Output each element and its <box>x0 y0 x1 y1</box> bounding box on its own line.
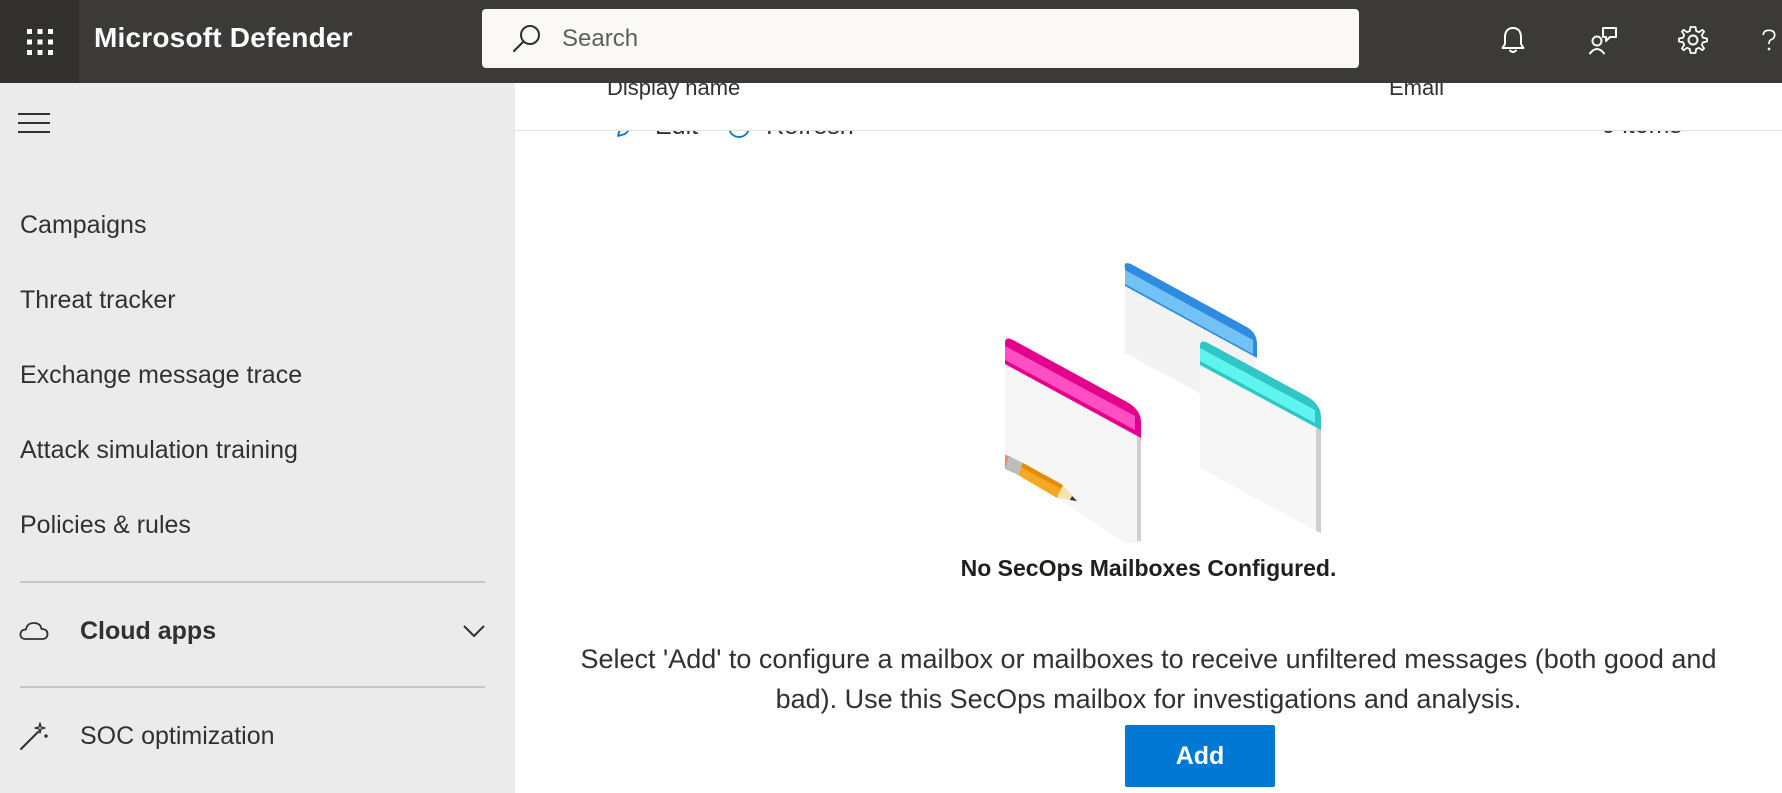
app-title[interactable]: Microsoft Defender <box>94 22 353 54</box>
column-header-display-name[interactable]: Display name <box>607 83 740 101</box>
sidebar-item-threat-tracker[interactable]: Threat tracker <box>20 286 176 315</box>
search-input[interactable] <box>562 24 1342 53</box>
help-button[interactable] <box>1752 20 1782 60</box>
collapse-navigation-button[interactable] <box>18 113 52 137</box>
app-launcher-button[interactable] <box>0 0 79 83</box>
top-bar: Microsoft Defender <box>0 0 1782 83</box>
community-button[interactable] <box>1583 20 1623 60</box>
chevron-down-icon <box>463 625 485 638</box>
app-launcher-icon <box>26 28 53 55</box>
bell-icon <box>1501 27 1525 53</box>
sidebar-item-soc-optimization[interactable]: SOC optimization <box>18 716 488 756</box>
sidebar-divider <box>20 581 485 583</box>
sidebar-item-attack-simulation-training[interactable]: Attack simulation training <box>20 436 298 465</box>
community-icon <box>1588 27 1617 55</box>
sidebar-divider <box>20 686 485 688</box>
column-header-row: Display name Email <box>515 83 1782 131</box>
empty-state-title: No SecOps Mailboxes Configured. <box>960 555 1337 581</box>
sidebar-item-label: SOC optimization <box>80 721 275 750</box>
window-cyan-illustration <box>1200 341 1321 533</box>
settings-button[interactable] <box>1673 20 1713 60</box>
wand-icon <box>18 720 50 752</box>
empty-state-description: Select 'Add' to configure a mailbox or m… <box>580 644 1717 714</box>
search-icon <box>512 24 540 52</box>
hamburger-icon <box>18 113 50 115</box>
add-button[interactable]: Add <box>1125 725 1275 787</box>
search-box[interactable] <box>482 9 1359 68</box>
sidebar-item-exchange-message-trace[interactable]: Exchange message trace <box>20 361 302 390</box>
notifications-button[interactable] <box>1493 20 1533 60</box>
column-header-email[interactable]: Email <box>1389 83 1444 101</box>
sidebar-item-cloud-apps[interactable]: Cloud apps <box>18 611 488 651</box>
empty-state-illustration <box>1005 263 1321 543</box>
sidebar: Campaigns Threat tracker Exchange messag… <box>0 83 515 793</box>
gear-icon <box>1678 26 1708 54</box>
sidebar-item-campaigns[interactable]: Campaigns <box>20 211 146 240</box>
sidebar-item-label: Cloud apps <box>80 616 217 645</box>
sidebar-item-policies-rules[interactable]: Policies & rules <box>20 511 191 540</box>
cloud-icon <box>18 615 50 647</box>
window-pink-illustration <box>1005 338 1141 543</box>
main-content: Edit Refresh 0 items Display name Email <box>515 83 1782 793</box>
help-icon <box>1762 29 1776 51</box>
